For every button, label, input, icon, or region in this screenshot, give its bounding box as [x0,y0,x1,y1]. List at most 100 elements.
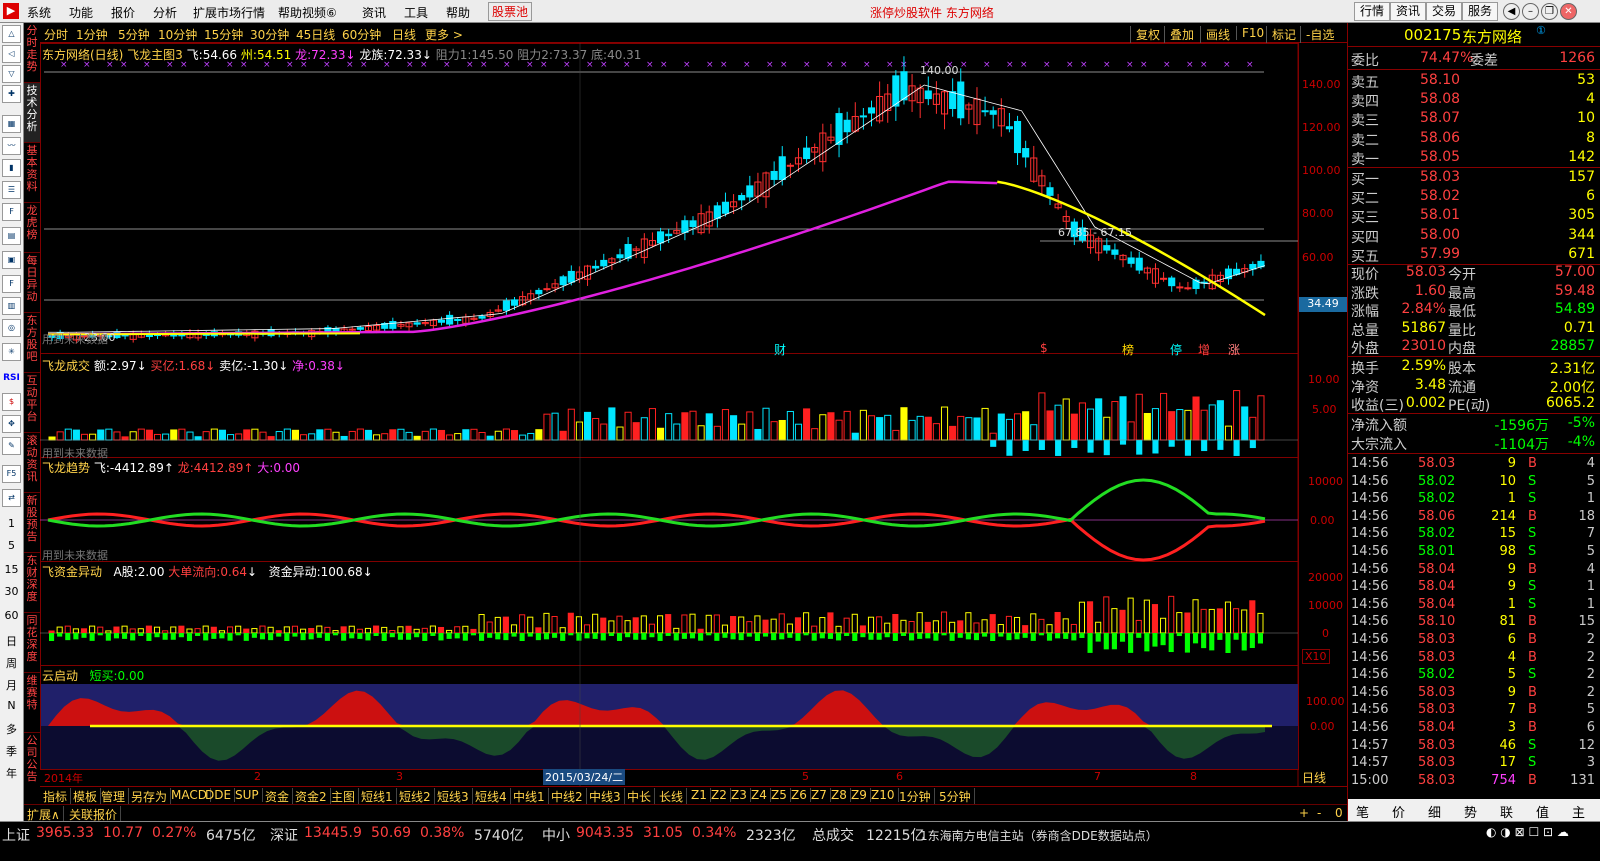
period-year[interactable]: 年 [0,765,23,781]
quote-tab-2[interactable]: 细 [1428,802,1441,821]
close-icon[interactable]: ✕ [1560,3,1577,20]
table-icon[interactable]: ▥ [2,297,21,315]
indicator-tab-29[interactable]: 1分钟 [896,788,935,805]
restore-icon[interactable]: ❐ [1541,3,1558,20]
rsi-icon[interactable]: RSI [0,373,23,383]
tick-row[interactable]: 14:56 58.01 98 S 5 [1348,544,1600,562]
tray-icons[interactable]: ◐ ◑ ⊠ ☐ ⊡ ☁ [1486,825,1569,839]
zoom-in-icon[interactable]: + [1296,806,1312,820]
tick-row[interactable]: 14:56 58.04 1 S 1 [1348,597,1600,615]
quote-tab-1[interactable]: 价 [1392,802,1405,821]
tick-row[interactable]: 14:56 58.04 9 B 4 [1348,562,1600,580]
period-tab-15min[interactable]: 15分钟 [204,26,243,43]
period-tab-45day[interactable]: 45日线 [296,26,335,43]
side-tab-daily-movers[interactable]: 每日异动 [24,253,40,313]
period-5min[interactable]: 5 [0,539,23,552]
period-quarter[interactable]: 季 [0,743,23,759]
period-tab-5min[interactable]: 5分钟 [118,26,150,43]
grid-icon[interactable]: ▦ [2,115,21,133]
quote-tab-0[interactable]: 笔 [1356,802,1369,821]
arrow-down-icon[interactable]: ▽ [2,65,21,83]
button-mark[interactable]: 标记 [1266,26,1296,43]
bid-row[interactable]: 买二 58.02 6 [1348,187,1600,207]
menu-item-help-video[interactable]: 帮助视频⑥ [278,4,337,21]
bid-row[interactable]: 买三 58.01 305 [1348,206,1600,226]
index-name[interactable]: 中小 [542,825,570,845]
f10-icon[interactable]: F [2,203,21,221]
menu-item-analysis[interactable]: 分析 [153,4,177,21]
side-tab-rolling-news[interactable]: 滚动资讯 [24,433,40,493]
side-tab-fundamentals[interactable]: 基本资料 [24,143,40,203]
index-name[interactable]: 深证 [270,825,298,845]
f5-icon[interactable]: F5 [2,465,21,483]
move-icon[interactable]: ✥ [2,415,21,433]
back-icon[interactable]: ◀ [1503,3,1520,20]
line-chart-icon[interactable]: 〰 [2,137,21,155]
side-tab-ths-depth[interactable]: 同花深度 [24,613,40,673]
quote-tab-5[interactable]: 值 [1536,802,1549,821]
indicator-tab-7[interactable]: 资金 [262,788,294,805]
bar-chart-icon[interactable]: ▮ [2,159,21,177]
ask-row[interactable]: 卖一 58.05 142 [1348,148,1600,168]
side-tab-dc-depth[interactable]: 东财深度 [24,553,40,613]
bid-row[interactable]: 买一 58.03 157 [1348,168,1600,188]
pencil-icon[interactable]: ✎ [2,437,21,455]
tick-row[interactable]: 14:56 58.03 4 B 2 [1348,650,1600,668]
header-button-trade[interactable]: 交易 [1426,2,1463,21]
menu-item-function[interactable]: 功能 [69,4,93,21]
arrow-up-icon[interactable]: △ [2,25,21,43]
tick-row[interactable]: 14:57 58.03 17 S 3 [1348,755,1600,773]
menu-item-news[interactable]: 资讯 [362,4,386,21]
indicator-tab-9[interactable]: 主图 [328,788,360,805]
menu-item-system[interactable]: 系统 [27,4,51,21]
period-1min[interactable]: 1 [0,517,23,530]
ask-row[interactable]: 卖二 58.06 8 [1348,129,1600,149]
ask-row[interactable]: 卖五 58.10 53 [1348,71,1600,91]
settings-icon[interactable]: ◎ [2,319,21,337]
zoom-reset-icon[interactable]: 0 [1332,806,1346,820]
switch-icon[interactable]: ⇄ [2,489,21,507]
menu-item-stock-pool[interactable]: 股票池 [488,2,533,21]
tick-row[interactable]: 14:56 58.03 6 B 2 [1348,632,1600,650]
header-button-news[interactable]: 资讯 [1390,2,1427,21]
ask-row[interactable]: 卖三 58.07 10 [1348,109,1600,129]
document-icon[interactable]: ▤ [2,227,21,245]
list-icon[interactable]: ☰ [2,181,21,199]
calendar-icon[interactable]: ▣ [2,251,21,269]
indicator-tab-11[interactable]: 短线2 [396,788,435,805]
tick-row[interactable]: 14:56 58.02 10 S 5 [1348,474,1600,492]
indicator-tab-30[interactable]: 5分钟 [936,788,975,805]
side-tab-new-ipo[interactable]: 新股预告 [24,493,40,553]
side-tab-technical[interactable]: 技术分析 [24,83,40,143]
side-tab-vst[interactable]: 维赛特 [24,673,40,733]
indicator-tab-14[interactable]: 中线1 [510,788,549,805]
indicator-tab-13[interactable]: 短线4 [472,788,511,805]
index-name[interactable]: 上证 [2,825,30,845]
dollar-icon[interactable]: $ [2,393,21,411]
zoom-out-icon[interactable]: - [1314,806,1324,820]
crosshair-icon[interactable]: ✚ [2,85,21,103]
indicator-tab-5[interactable]: DDE [202,788,236,802]
tick-row[interactable]: 14:57 58.03 46 S 12 [1348,738,1600,756]
indicator-tab-8[interactable]: 资金2 [292,788,331,805]
period-tab-intraday[interactable]: 分时 [44,26,68,43]
f12-icon[interactable]: F [2,275,21,293]
quote-tab-6[interactable]: 主 [1572,802,1585,821]
menu-item-extended-market[interactable]: 扩展市场行情 [193,4,265,21]
indicator-tab-1[interactable]: 模板 [70,788,102,805]
tick-row[interactable]: 14:56 58.02 1 S 1 [1348,491,1600,509]
button-adjust[interactable]: 复权 [1130,26,1160,43]
info-icon[interactable]: ① [1536,24,1546,37]
indicator-tab-3[interactable]: 另存为 [128,788,172,805]
arrow-left-icon[interactable]: ◁ [2,45,21,63]
indicator-tab-16[interactable]: 中线3 [586,788,625,805]
indicator-tab-0[interactable]: 指标 [40,788,72,805]
indicator-tab-6[interactable]: SUP [232,788,263,802]
period-15min[interactable]: 15 [0,563,23,576]
period-indicator[interactable]: 日线 [1302,769,1326,786]
indicator-tab-18[interactable]: 长线 [656,788,688,805]
period-60min[interactable]: 60 [0,609,23,622]
indicator-icon[interactable]: ✳ [2,343,21,361]
tick-row[interactable]: 15:00 58.03 754 B 131 [1348,773,1600,791]
quote-tab-3[interactable]: 势 [1464,802,1477,821]
